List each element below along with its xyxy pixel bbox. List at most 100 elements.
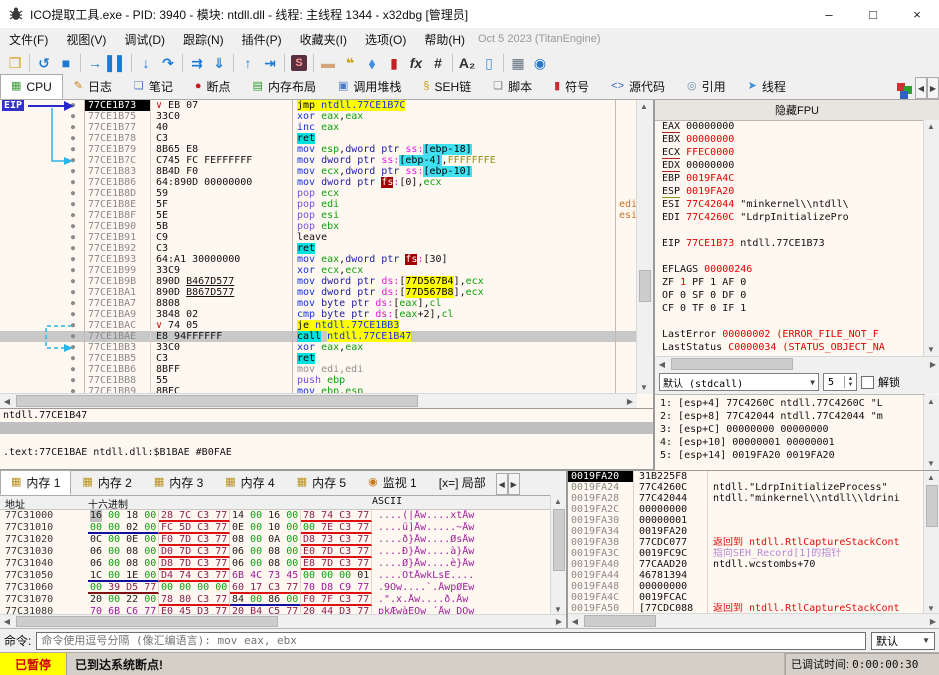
breakpoint-dot[interactable]: ● — [62, 375, 85, 386]
step-into-icon[interactable]: ↓ — [135, 52, 157, 74]
tab-cpu[interactable]: ▦ CPU — [0, 74, 63, 99]
tab-notes[interactable]: ❏ 笔记 — [123, 74, 184, 99]
run-icon[interactable]: → — [84, 52, 106, 74]
label-icon[interactable]: ⬧ — [361, 52, 383, 74]
disasm-row[interactable]: ● 77CE1B8D 59 pop ecx — [0, 188, 637, 199]
register-line[interactable] — [662, 224, 925, 237]
hash-icon[interactable]: # — [427, 52, 449, 74]
tab-source[interactable]: <> 源代码 — [600, 74, 676, 99]
disassembly-panel[interactable]: ● 77CE1B73 ∨ EB 07 jmp ntdll.77CE1B7C ● 77CE1… — [0, 100, 654, 408]
breakpoint-dot[interactable]: ● — [62, 221, 85, 232]
dump-tab-scroll-left[interactable]: ◀ — [495, 473, 508, 495]
breakpoint-dot[interactable]: ● — [62, 309, 85, 320]
stack-row[interactable]: 0019FA20 31B225F8 — [568, 471, 939, 482]
tab-dump-4[interactable]: ▦ 内存 4 — [214, 470, 285, 495]
ascii-table-icon[interactable]: A₂ — [456, 52, 478, 74]
register-line[interactable]: LastError 00000002 (ERROR_FILE_NOT_F — [662, 328, 925, 341]
dump-row[interactable]: 77C31070 20 00 22 00 78 80 C3 77 84 00 86 0… — [0, 594, 566, 606]
argument-line[interactable]: 2: [esp+8] 77C42044 ntdll.77C42044 "m — [660, 410, 925, 423]
disasm-row[interactable]: ● 77CE1B8E 5F pop edi edi — [0, 199, 637, 210]
disasm-row[interactable]: ● 77CE1BB5 C3 ret — [0, 353, 637, 364]
menu-item-2[interactable]: 调试(D) — [115, 31, 174, 48]
disasm-row[interactable]: ● 77CE1B73 ∨ EB 07 jmp ntdll.77CE1B7C — [0, 100, 637, 111]
menu-item-3[interactable]: 跟踪(N) — [174, 31, 233, 48]
disasm-row[interactable]: ● 77CE1B77 40 inc eax — [0, 122, 637, 133]
stack-row[interactable]: 0019FA34 0019FA20 — [568, 526, 939, 537]
breakpoint-dot[interactable]: ● — [62, 276, 85, 287]
disasm-row[interactable]: ● 77CE1B83 8B4D F0 mov ecx,dword ptr ss:[eb… — [0, 166, 637, 177]
stack-row[interactable]: 0019FA44 46781394 — [568, 570, 939, 581]
disasm-row[interactable]: ● 77CE1B8F 5E pop esi esi — [0, 210, 637, 221]
dump-row[interactable]: 77C31020 0C 00 0E 00 F0 7D C3 77 08 00 0A 0… — [0, 534, 566, 546]
step-over-icon[interactable]: ↷ — [157, 52, 179, 74]
arguments-vertical-scrollbar[interactable]: ▲ ▼ — [923, 395, 939, 470]
tab-dump-1[interactable]: ▦ 内存 1 — [0, 470, 72, 495]
register-line[interactable]: EFLAGS 00000246 — [662, 263, 925, 276]
step-out-icon[interactable]: ↑ — [237, 52, 259, 74]
registers-vertical-scrollbar[interactable]: ▲ ▼ — [923, 120, 939, 356]
tab-call-stack[interactable]: ▣ 调用堆栈 — [327, 74, 412, 99]
disasm-row[interactable]: ● 77CE1BAC ∨ 74 05 je ntdll.77CE1BB3 — [0, 320, 637, 331]
stack-row[interactable]: 0019FA2C 00000000 — [568, 504, 939, 515]
tab-dump-3[interactable]: ▦ 内存 3 — [143, 470, 214, 495]
register-line[interactable]: ECX FFEC0000 — [662, 146, 925, 159]
argument-line[interactable]: 3: [esp+C] 00000000 00000000 — [660, 423, 925, 436]
tab-dump-2[interactable]: ▦ 内存 2 — [71, 470, 142, 495]
register-line[interactable]: LastStatus C0000034 (STATUS_OBJECT_NA — [662, 341, 925, 354]
disasm-row[interactable]: ● 77CE1B90 5B pop ebx — [0, 221, 637, 232]
dump-row[interactable]: 77C31010 00 00 02 00 FC 5D C3 77 0E 00 10 0… — [0, 522, 566, 534]
register-line[interactable]: ESP 0019FA20 — [662, 185, 925, 198]
stack-row[interactable]: 0019FA48 00000000 — [568, 581, 939, 592]
breakpoint-dot[interactable]: ● — [62, 298, 85, 309]
disasm-row[interactable]: ● 77CE1BAE E8 94FFFFFF call ntdll.77CE1B47 — [0, 331, 637, 342]
dump-row[interactable]: 77C31040 06 00 08 00 D8 7D C3 77 06 00 08 0… — [0, 558, 566, 570]
breakpoint-dot[interactable]: ● — [62, 111, 85, 122]
disasm-row[interactable]: ● 77CE1B92 C3 ret — [0, 243, 637, 254]
breakpoint-dot[interactable]: ● — [62, 243, 85, 254]
breakpoint-dot[interactable]: ● — [62, 232, 85, 243]
registers-horizontal-scrollbar[interactable]: ◀ ▶ — [655, 356, 939, 371]
minimize-button[interactable]: – — [807, 0, 851, 28]
disasm-row[interactable]: ● 77CE1B75 33C0 xor eax,eax — [0, 111, 637, 122]
register-line[interactable]: EBP 0019FA4C — [662, 172, 925, 185]
register-line[interactable]: EIP 77CE1B73 ntdll.77CE1B73 — [662, 237, 925, 250]
tab-handles-icon[interactable] — [897, 83, 913, 99]
disasm-vertical-scrollbar[interactable]: ▲ ▼ — [636, 100, 653, 394]
menu-item-0[interactable]: 文件(F) — [0, 31, 57, 48]
pause-icon[interactable]: ▌▌ — [106, 52, 128, 74]
disasm-row[interactable]: ● 77CE1B78 C3 ret — [0, 133, 637, 144]
breakpoint-dot[interactable]: ● — [62, 320, 85, 331]
hide-fpu-button[interactable]: 隐藏FPU — [655, 100, 939, 121]
stack-row[interactable]: 0019FA3C 0019FC9C 指向SEH_Record[1]的指针 — [568, 548, 939, 559]
tab-scroll-right[interactable]: ▶ — [927, 77, 939, 99]
argument-list[interactable]: 1: [esp+4] 77C4260C ntdll.77C4260C "L 2: … — [655, 394, 925, 470]
disasm-row[interactable]: ● 77CE1BA1 890D B867D577 mov dword ptr ds:[… — [0, 287, 637, 298]
argument-line[interactable]: 4: [esp+10] 00000001 00000001 — [660, 436, 925, 449]
open-file-icon[interactable]: ❐ — [4, 52, 26, 74]
dump-row[interactable]: 77C31000 16 00 18 00 28 7C C3 77 14 00 16 0… — [0, 510, 566, 522]
breakpoint-dot[interactable]: ● — [62, 144, 85, 155]
argument-count-stepper[interactable]: 5 ▲ ▼ — [823, 373, 857, 391]
command-profile-dropdown[interactable]: 默认 ▼ — [871, 631, 935, 650]
close-button[interactable]: × — [895, 0, 939, 28]
stack-row[interactable]: 0019FA38 77CDC077 返回到 ntdll.RtlCaptureStac… — [568, 537, 939, 548]
disasm-row[interactable]: ● 77CE1B99 33C9 xor ecx,ecx — [0, 265, 637, 276]
menu-item-5[interactable]: 收藏夹(I) — [291, 31, 356, 48]
patch-icon[interactable]: ▬ — [317, 52, 339, 74]
calling-convention-select[interactable]: 默认 (stdcall) ▼ — [659, 373, 819, 391]
disasm-row[interactable]: ● 77CE1BB3 33C0 xor eax,eax — [0, 342, 637, 353]
tab-log[interactable]: ✎ 日志 — [63, 74, 123, 99]
breakpoint-dot[interactable]: ● — [62, 155, 85, 166]
stack-row[interactable]: 0019FA40 77CAAD20 ntdll.wcstombs+70 — [568, 559, 939, 570]
dump-row[interactable]: 77C31050 1C 00 1E 00 D4 74 C3 77 6B 4C 73 4… — [0, 570, 566, 582]
breakpoint-dot[interactable]: ● — [62, 265, 85, 276]
menu-item-1[interactable]: 视图(V) — [57, 31, 115, 48]
breakpoint-dot[interactable]: ● — [62, 353, 85, 364]
argument-line[interactable]: 1: [esp+4] 77C4260C ntdll.77C4260C "L — [660, 397, 925, 410]
register-line[interactable]: ESI 77C42044 "minkernel\\ntdll\ — [662, 198, 925, 211]
tab-breakpoints[interactable]: ● 断点 — [184, 74, 242, 99]
argument-line[interactable]: 5: [esp+14] 0019FA20 0019FA20 — [660, 449, 925, 462]
tab-script[interactable]: ❏ 脚本 — [482, 74, 543, 99]
tab-locals[interactable]: [x=] 局部 — [428, 470, 496, 495]
dump-vertical-scrollbar[interactable]: ▲ ▼ — [550, 495, 566, 616]
